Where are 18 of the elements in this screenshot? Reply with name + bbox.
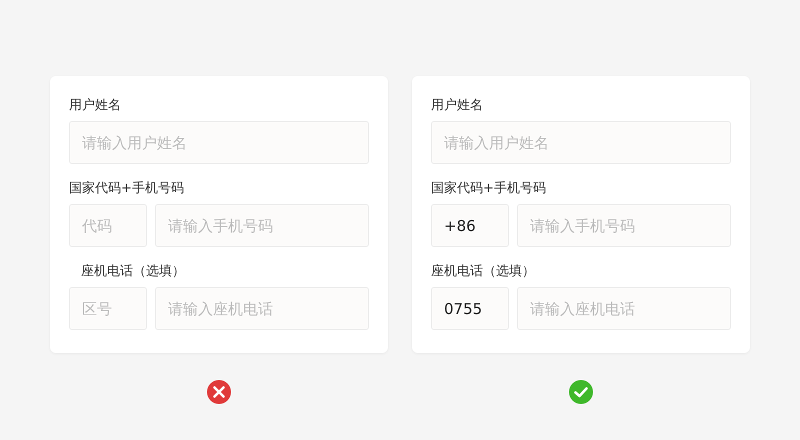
input-field[interactable]: 请输入座机电话 [517,287,731,330]
field-label: 国家代码+手机号码 [431,180,546,197]
field-label: 座机电话（选填） [431,263,535,280]
cross-icon [207,380,231,404]
input-field[interactable]: 请输入用户姓名 [431,121,731,164]
field-label: 用户姓名 [431,97,483,114]
input-field[interactable]: 请输入用户姓名 [69,121,369,164]
input-field[interactable]: +86 [431,204,509,247]
input-field[interactable]: 请输入座机电话 [155,287,369,330]
field-label: 座机电话（选填） [80,263,185,280]
input-field[interactable]: 0755 [431,287,509,330]
input-field[interactable]: 区号 [69,287,147,330]
input-field[interactable]: 请输入手机号码 [155,204,369,247]
check-icon [569,380,593,404]
input-field[interactable]: 代码 [69,204,147,247]
field-label: 国家代码+手机号码 [69,180,184,197]
field-label: 用户姓名 [69,97,121,114]
input-field[interactable]: 请输入手机号码 [517,204,731,247]
